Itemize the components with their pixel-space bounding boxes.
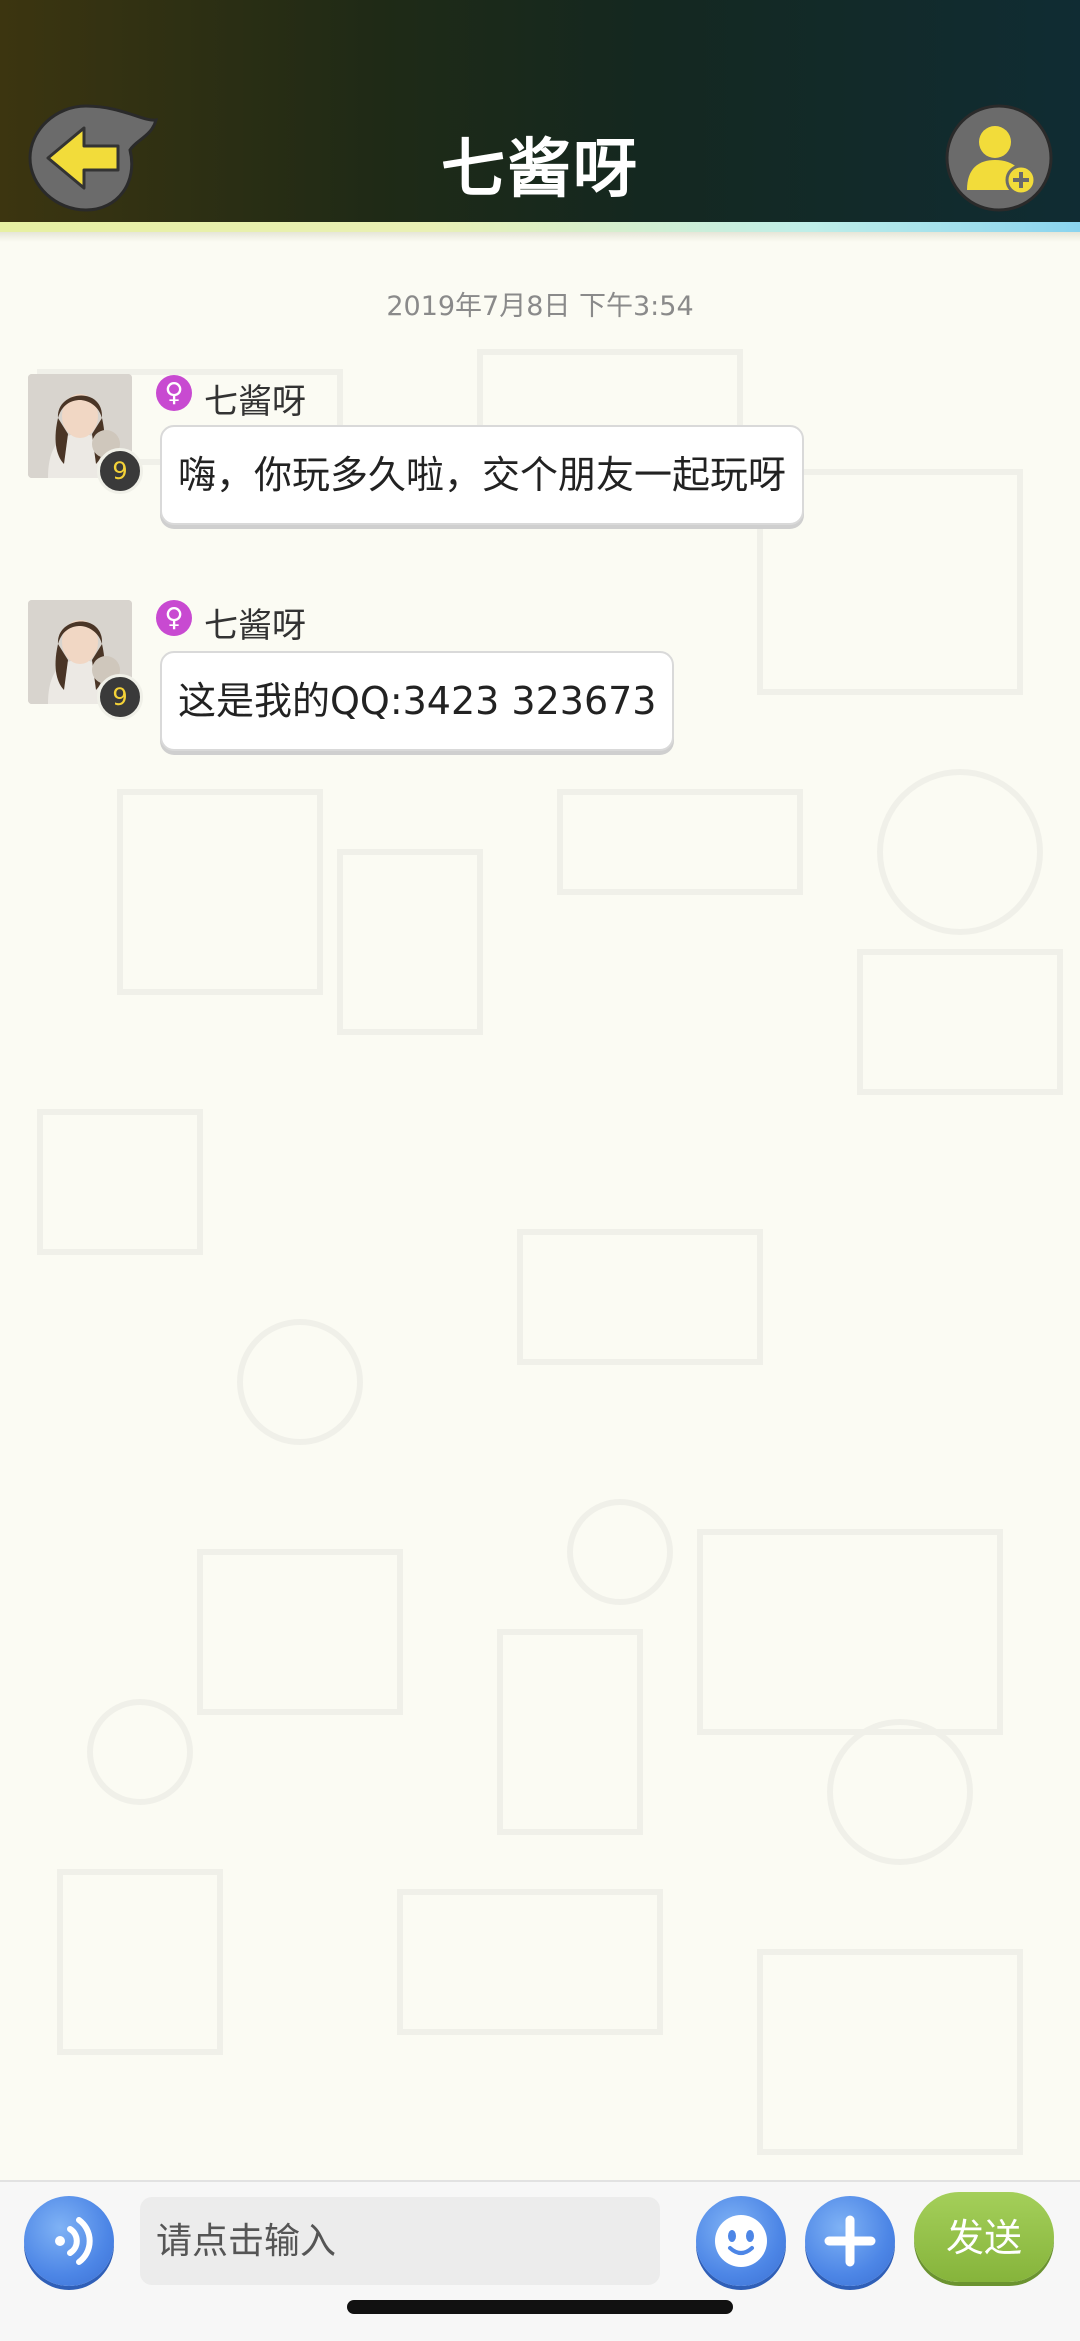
sender-name: 七酱呀 bbox=[204, 606, 306, 646]
plus-icon bbox=[824, 2215, 876, 2267]
home-indicator bbox=[347, 2300, 733, 2314]
level-badge: 9 bbox=[97, 448, 143, 494]
voice-button[interactable] bbox=[24, 2196, 114, 2286]
emoji-button[interactable] bbox=[696, 2196, 786, 2286]
emoji-icon bbox=[715, 2215, 767, 2267]
more-options-button[interactable] bbox=[805, 2196, 895, 2286]
message-input[interactable] bbox=[140, 2197, 660, 2285]
page-title: 七酱呀 bbox=[441, 133, 639, 207]
add-friend-button[interactable] bbox=[943, 102, 1055, 214]
female-icon: ♀ bbox=[156, 375, 192, 411]
voice-icon bbox=[55, 2217, 93, 2265]
header-divider bbox=[0, 222, 1080, 232]
level-badge: 9 bbox=[97, 674, 143, 720]
send-button[interactable]: 发送 bbox=[914, 2192, 1054, 2282]
message-bubble[interactable]: 嗨，你玩多久啦，交个朋友一起玩呀 bbox=[160, 425, 805, 525]
add-friend-icon bbox=[945, 104, 1053, 212]
message-bubble[interactable]: 这是我的QQ:3423 323673 bbox=[160, 651, 675, 751]
message-timestamp: 2019年7月8日 下午3:54 bbox=[386, 291, 694, 322]
top-app-bar: 七酱呀 bbox=[0, 0, 1080, 222]
sender-name: 七酱呀 bbox=[204, 382, 306, 422]
female-icon: ♀ bbox=[156, 600, 192, 636]
